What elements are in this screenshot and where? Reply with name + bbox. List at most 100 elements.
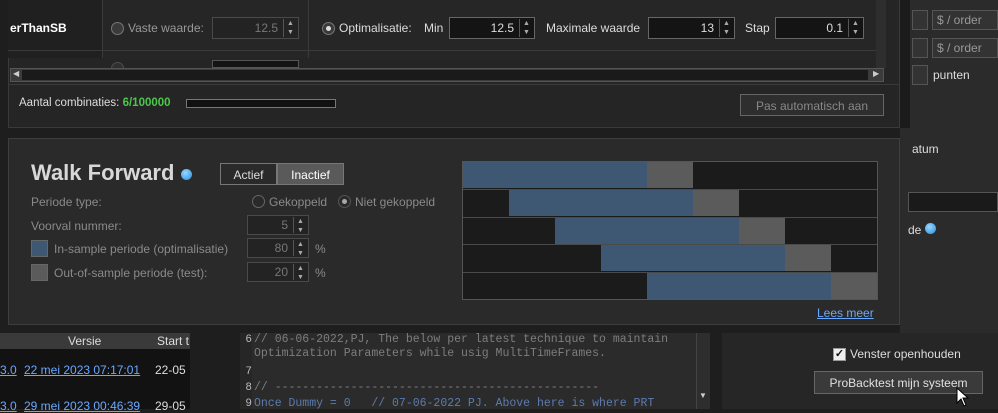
step-value-text: 0.1 (826, 21, 843, 35)
scroll-down-icon[interactable]: ▼ (699, 391, 707, 400)
fixed-value-radio[interactable] (111, 22, 124, 35)
in-sample-input[interactable]: 80 ▲ ▼ (247, 238, 309, 258)
min-value-text: 12.5 (490, 21, 514, 35)
out-sample-color-swatch (31, 264, 48, 281)
date-label: atum (912, 142, 939, 156)
out-sample-bar-5 (831, 273, 877, 299)
uncoupled-label: Niet gekoppeld (355, 195, 436, 209)
step-spinner[interactable]: ▲ ▼ (848, 19, 862, 37)
max-value-text: 13 (700, 21, 714, 35)
max-input[interactable]: 13 ▲ ▼ (648, 17, 735, 39)
keep-open-label: Venster openhouden (850, 347, 961, 361)
in-sample-label: In-sample periode (optimalisatie) (54, 242, 229, 256)
version-row-prefix[interactable]: 3.0 (0, 399, 17, 413)
fixed-value-spinner[interactable]: ▲ ▼ (283, 19, 297, 37)
version-start: 22-05 (155, 363, 186, 377)
fixed-value-label: Vaste waarde: (128, 21, 204, 35)
horizontal-scrollbar-thumb[interactable] (22, 70, 868, 80)
version-start: 29-05 (155, 399, 186, 413)
in-sample-bar-1 (463, 162, 647, 188)
divider (8, 84, 900, 85)
order-cost-text-2: $ / order (937, 41, 982, 55)
combinations-value: 6/100000 (122, 97, 171, 109)
version-row-prefix[interactable]: 3.0 (0, 363, 17, 377)
in-sample-bar-2 (509, 190, 693, 216)
min-input[interactable]: 12.5 ▲ ▼ (449, 17, 535, 39)
index-value-text: 5 (281, 218, 288, 232)
out-sample-spinner[interactable]: ▲ ▼ (293, 264, 307, 281)
in-sample-value-text: 80 (274, 241, 288, 255)
points-spinner[interactable] (912, 65, 928, 85)
version-link[interactable]: 22 mei 2023 07:17:01 (24, 363, 140, 377)
read-more-link[interactable]: Lees meer (817, 306, 874, 320)
line-number: 9 (245, 398, 252, 410)
index-input[interactable]: 5 ▲ ▼ (247, 215, 309, 235)
max-label: Maximale waarde (546, 21, 641, 35)
fixed-value-text: 12.5 (254, 21, 278, 35)
in-sample-bar-3 (555, 218, 739, 244)
order-cost-text-1: $ / order (937, 13, 982, 27)
fixed-value-input[interactable]: 12.5 ▲ ▼ (212, 17, 299, 39)
right-panel-divider (900, 0, 910, 128)
points-label: punten (933, 68, 970, 82)
code-line: Once Dummy = 0 // 07-06-2022 PJ. Above h… (254, 397, 655, 410)
coupled-radio[interactable] (252, 195, 265, 208)
optimization-label: Optimalisatie: (339, 21, 412, 35)
out-sample-label: Out-of-sample periode (test): (54, 266, 208, 280)
min-spinner[interactable]: ▲ ▼ (519, 19, 533, 37)
right-spinner-2[interactable] (912, 38, 928, 58)
mouse-cursor-icon (956, 387, 970, 407)
coupled-label: Gekoppeld (269, 195, 328, 209)
out-sample-bar-2 (693, 190, 739, 216)
walk-forward-diagram (462, 161, 878, 300)
line-number: 6 (245, 334, 252, 346)
variable-name: erThanSB (10, 21, 67, 35)
code-line: // 06-06-2022,PJ, The below per latest t… (254, 333, 669, 346)
second-row-input[interactable] (212, 60, 299, 68)
line-number: 8 (245, 382, 252, 394)
right-date-field[interactable] (908, 192, 998, 212)
out-sample-input[interactable]: 20 ▲ ▼ (247, 262, 309, 282)
out-sample-bar-3 (739, 218, 785, 244)
active-toggle[interactable]: Actief (220, 163, 277, 185)
version-link[interactable]: 29 mei 2023 00:46:39 (24, 399, 140, 413)
start-column-header[interactable]: Start t (157, 334, 189, 348)
index-label: Voorval nummer: (31, 219, 122, 233)
order-cost-field-2[interactable]: $ / order (932, 38, 998, 58)
walk-forward-title: Walk Forward (31, 160, 192, 186)
step-label: Stap (745, 21, 770, 35)
row-separator (8, 50, 876, 51)
out-sample-percent: % (315, 266, 326, 280)
scroll-left-icon[interactable]: ◀ (13, 69, 19, 78)
walk-forward-info-icon[interactable] (180, 168, 192, 180)
out-sample-value-text: 20 (274, 265, 288, 279)
code-line: // -------------------------------------… (254, 381, 600, 394)
max-spinner[interactable]: ▲ ▼ (719, 19, 733, 37)
line-number: 7 (245, 366, 252, 378)
combinations-label: Aantal combinaties: 6/100000 (19, 97, 171, 109)
in-sample-bar-4 (601, 245, 785, 271)
auto-adjust-button[interactable]: Pas automatisch aan (740, 94, 884, 116)
info-icon (924, 223, 936, 234)
in-sample-percent: % (315, 242, 326, 256)
min-label: Min (424, 21, 444, 35)
optimization-radio[interactable] (322, 22, 335, 35)
in-sample-spinner[interactable]: ▲ ▼ (293, 240, 307, 257)
in-sample-color-swatch (31, 240, 48, 257)
step-input[interactable]: 0.1 ▲ ▼ (775, 17, 864, 39)
order-cost-field-1[interactable]: $ / order (932, 10, 998, 30)
right-spinner-1[interactable] (912, 10, 928, 30)
version-column-header[interactable]: Versie (68, 334, 101, 348)
inactive-toggle[interactable]: Inactief (277, 163, 344, 185)
out-sample-bar-4 (785, 245, 831, 271)
out-sample-bar-1 (647, 162, 693, 188)
info-label: de (908, 223, 936, 237)
keep-open-checkbox[interactable]: ✓ (833, 348, 846, 361)
index-spinner[interactable]: ▲ ▼ (293, 217, 307, 234)
code-line: Optimization Parameters while usig Multi… (254, 347, 606, 360)
combinations-progress-bar (186, 99, 336, 108)
scroll-right-icon[interactable]: ▶ (873, 69, 879, 78)
in-sample-bar-5 (647, 273, 831, 299)
vertical-scrollbar[interactable] (876, 0, 886, 68)
uncoupled-radio[interactable] (338, 195, 351, 208)
